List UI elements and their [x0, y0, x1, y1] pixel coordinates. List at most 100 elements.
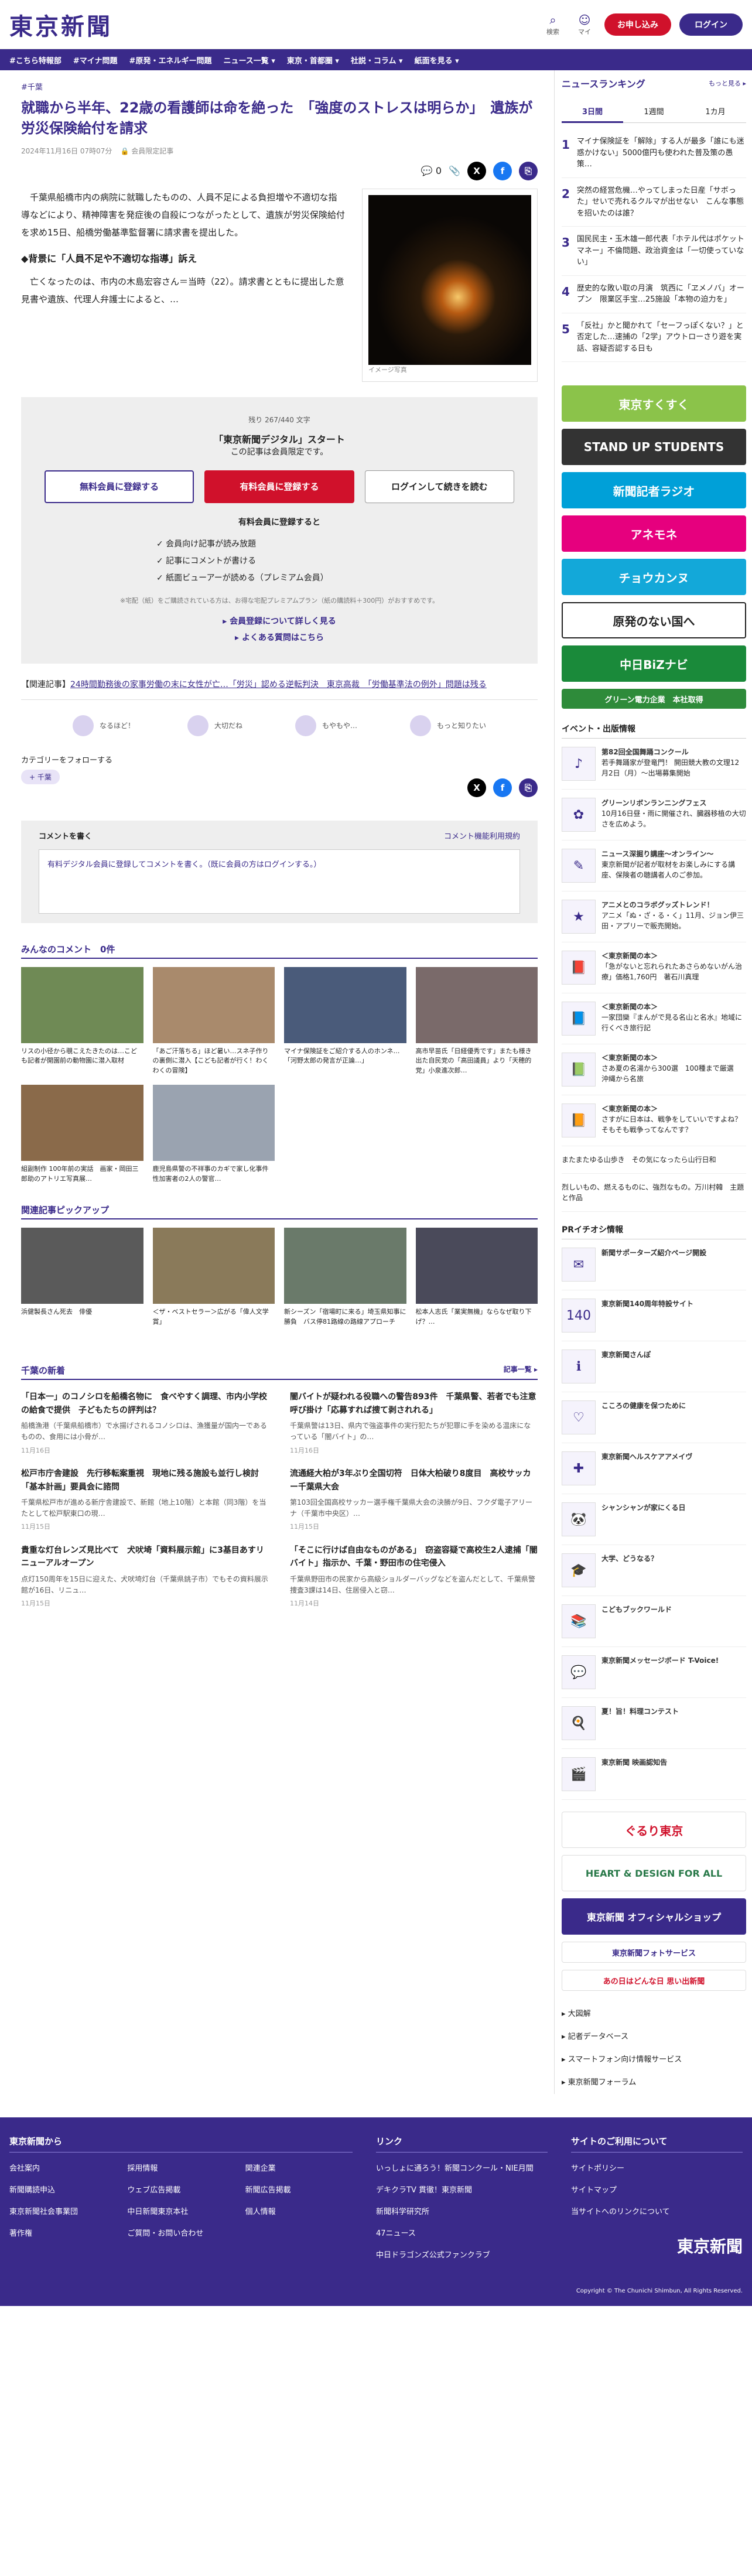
- x-share-icon[interactable]: X: [467, 161, 486, 180]
- banner-green[interactable]: グリーン電力企業 本社取得: [562, 689, 746, 709]
- event-item[interactable]: ★ アニメとのコラボグッズトレンド！ アニメ「ぬ・ざ・る・く」11月、ジョン伊三田・…: [562, 891, 746, 942]
- banner-standup[interactable]: STAND UP STUDENTS: [562, 429, 746, 465]
- footer-logo[interactable]: 東京新聞: [571, 2234, 743, 2257]
- event-item[interactable]: 烈しいもの、燃えるものに、強烈なもの。万川村韓 主題と作品: [562, 1174, 746, 1212]
- free-register-button[interactable]: 無料会員に登録する: [45, 470, 194, 503]
- paid-register-button[interactable]: 有料会員に登録する: [204, 470, 354, 503]
- my-button[interactable]: ☺ マイ: [573, 13, 596, 36]
- pickup-card[interactable]: ＜ザ・ベストセラー＞広がる「偉人文学賞」: [152, 1228, 275, 1327]
- side-link[interactable]: ▸ 東京新聞フォーラム: [562, 2071, 746, 2094]
- pickup-card[interactable]: 浜健製長さん死去 俳優: [21, 1228, 143, 1327]
- event-item[interactable]: ♪ 第82回全国舞踊コンクール 若手舞踊家が登竜門！ 開田競大教の文理12月2日（月…: [562, 739, 746, 790]
- login-button[interactable]: ログイン: [679, 13, 743, 36]
- pr-item[interactable]: 🐼 シャンシャンが家にくる日: [562, 1494, 746, 1545]
- banner-choukannu[interactable]: チョウカンヌ: [562, 559, 746, 595]
- nav-item[interactable]: 東京・首都圏 ▾: [287, 54, 339, 66]
- banner-anohi[interactable]: あの日はどんな日 思い出新聞: [562, 1970, 746, 1991]
- news-item[interactable]: 「日本一」のコノシロを船橋名物に 食べやすく調理、市内小学校の給食で提供 子ども…: [21, 1391, 269, 1456]
- news-item[interactable]: 松戸市庁舎建設 先行移転案重視 現地に残る施設も並行し検討「基本計画」要員会に諮…: [21, 1467, 269, 1532]
- pr-item[interactable]: 💬 東京新聞メッセージボード T-Voice!: [562, 1647, 746, 1698]
- nav-item[interactable]: 紙面を見る ▾: [415, 54, 459, 66]
- comment-card[interactable]: 鹿児島県警の不祥事のカギで家し化事件 性加害者の2人の警官…: [152, 1085, 275, 1184]
- footer-link[interactable]: 東京新聞社会事業団: [9, 2205, 117, 2216]
- banner-genpatsu[interactable]: 原発のない国へ: [562, 602, 746, 638]
- news-item[interactable]: 「そこに行けば自由なものがある」 窃盗容疑で高校生2人逮捕「闇バイト」指示か、千…: [290, 1544, 538, 1609]
- ranking-item[interactable]: 4 歴史的な敗い取の月演 筑西に「ヱメノバ」オープン 限業区手宝…25施設「本物の…: [562, 276, 746, 313]
- x-share-icon[interactable]: X: [467, 778, 486, 797]
- banner-shop[interactable]: 東京新聞 オフィシャルショップ: [562, 1898, 746, 1935]
- nav-item[interactable]: #原発・エネルギー問題: [129, 54, 212, 66]
- event-item[interactable]: 📕 ＜東京新聞の本＞ 「急がないと忘れられたあさらめないがん治療」価格1,760円 …: [562, 942, 746, 993]
- membership-info-link[interactable]: ▸ 会員登録について詳しく見る: [223, 617, 336, 626]
- search-button[interactable]: ⌕ 検索: [541, 13, 565, 36]
- pr-item[interactable]: ♡ こころの健康を保つために: [562, 1392, 746, 1443]
- site-logo[interactable]: 東京新聞: [9, 8, 112, 42]
- clip-icon[interactable]: 📎: [449, 165, 460, 176]
- footer-link[interactable]: 新聞科学研究所: [376, 2205, 548, 2216]
- pr-item[interactable]: 🎓 大学、どうなる？: [562, 1545, 746, 1596]
- facebook-share-icon[interactable]: f: [493, 778, 512, 797]
- comment-input[interactable]: 有料デジタル会員に登録してコメントを書く。（既に会員の方はログインする。）: [39, 849, 520, 914]
- ranking-item[interactable]: 2 突然の経営危機…やってしまった日産「サボった」せいで売れるクルマが出せない こ…: [562, 178, 746, 227]
- breadcrumb[interactable]: #千葉: [21, 81, 538, 92]
- footer-link[interactable]: 採用情報: [127, 2162, 234, 2173]
- event-item[interactable]: またまたゆる山歩き その気になったら山行日和: [562, 1146, 746, 1174]
- pr-item[interactable]: 140 東京新聞140周年特設サイト: [562, 1290, 746, 1341]
- pickup-card[interactable]: 新シーズン「宿場町に来る」埼玉県知事に勝負 バス停81路線の路線アプローチ: [284, 1228, 406, 1327]
- reaction-button[interactable]: もっと知りたい: [410, 715, 486, 736]
- footer-link[interactable]: デキクラTV 貫徹！東京新聞: [376, 2184, 548, 2195]
- nav-item[interactable]: #マイナ問題: [73, 54, 118, 66]
- pickup-card[interactable]: 松本人志氏「業実無機」ならなぜ取り下げ？…: [415, 1228, 538, 1327]
- footer-link[interactable]: 会社案内: [9, 2162, 117, 2173]
- comment-card[interactable]: 「あご汗落ちる」ほど暑い…スネ子作りの裏側に潜入【こども記者が行く！わくわくの冒…: [152, 966, 275, 1076]
- footer-link[interactable]: ウェブ広告掲載: [127, 2184, 234, 2195]
- copy-link-icon[interactable]: ⎘: [519, 161, 538, 180]
- login-continue-button[interactable]: ログインして続きを読む: [364, 470, 514, 503]
- nav-item[interactable]: 社説・コラム ▾: [351, 54, 403, 66]
- copy-link-icon[interactable]: ⎘: [519, 778, 538, 797]
- comment-card[interactable]: 高市早苗氏「日経優秀です」またも様き出た自民党の「高田議員」より「天穂的党」小泉…: [415, 966, 538, 1076]
- banner-anemone[interactable]: アネモネ: [562, 515, 746, 552]
- pr-item[interactable]: 📚 こどもブックワールド: [562, 1596, 746, 1647]
- pr-item[interactable]: ℹ 東京新聞さんぽ: [562, 1341, 746, 1392]
- footer-link[interactable]: 新聞広告掲載: [245, 2184, 353, 2195]
- ranking-item[interactable]: 1 マイナ保険証を「解除」する人が最多「誰にも迷惑かけない」5000億円も使われた…: [562, 129, 746, 178]
- footer-link[interactable]: 新聞購読申込: [9, 2184, 117, 2195]
- ranking-item[interactable]: 3 国民民主・玉木雄一郎代表「ホテル代はポケットマネー」不倫問題、政治資金は「一切…: [562, 227, 746, 276]
- comment-card[interactable]: 組副制作 100年前の実話 画家・岡田三郎助のアトリエ写真展…: [21, 1085, 143, 1184]
- pr-item[interactable]: ✚ 東京新聞ヘルスケアアメイヴ: [562, 1443, 746, 1494]
- article-photo[interactable]: イメージ写真: [362, 188, 538, 382]
- comment-card[interactable]: マイナ保険証をご紹介する人のホンネ…「河野太郎の発言が正論…」: [284, 966, 406, 1076]
- ranking-tab-month[interactable]: 1カ月: [685, 101, 746, 123]
- comment-rules-link[interactable]: コメント機能利用規約: [444, 830, 520, 841]
- news-item[interactable]: 闇バイトが疑われる役職への警告893件 千葉県警、若者でも注意呼び掛け「応募すれ…: [290, 1391, 538, 1456]
- banner-sukusuku[interactable]: 東京すくすく: [562, 385, 746, 422]
- ranking-tab-week[interactable]: 1週間: [623, 101, 685, 123]
- news-item[interactable]: 貴重な灯台レンズ見比べて 犬吠埼「資料展示館」に3基目あすリニューアルオープン点…: [21, 1544, 269, 1609]
- banner-radio[interactable]: 新聞記者ラジオ: [562, 472, 746, 508]
- footer-link[interactable]: サイトマップ: [571, 2184, 743, 2195]
- footer-link[interactable]: ご質問・お問い合わせ: [127, 2227, 234, 2238]
- comment-card[interactable]: リスの小径から覗こえたきたのは…こども記者が開園前の動物園に潜入取材: [21, 966, 143, 1076]
- footer-link[interactable]: 中日新聞東京本社: [127, 2205, 234, 2216]
- nav-item[interactable]: #こちら特報部: [9, 54, 61, 66]
- footer-link[interactable]: 関連企業: [245, 2162, 353, 2173]
- related-link[interactable]: 24時間勤務後の家事労働の末に女性が亡…「労災」認める逆転判決 東京高裁 「労働…: [70, 680, 487, 689]
- event-item[interactable]: 📗 ＜東京新聞の本＞ さあ夏の名湯から300選 100種まで厳選 沖縄から名旅: [562, 1044, 746, 1095]
- reaction-button[interactable]: もやもや…: [295, 715, 357, 736]
- side-link[interactable]: ▸ 記者データベース: [562, 2025, 746, 2048]
- banner-gururi[interactable]: ぐるり東京: [562, 1812, 746, 1848]
- banner-photo[interactable]: 東京新聞フォトサービス: [562, 1942, 746, 1963]
- banner-heart-design[interactable]: HEART & DESIGN FOR ALL: [562, 1855, 746, 1891]
- ranking-tab-3days[interactable]: 3日間: [562, 101, 623, 123]
- footer-link[interactable]: 47ニュース: [376, 2227, 548, 2238]
- footer-link[interactable]: 著作権: [9, 2227, 117, 2238]
- footer-link[interactable]: 当サイトへのリンクについて: [571, 2205, 743, 2216]
- footer-link[interactable]: 中日ドラゴンズ公式ファンクラブ: [376, 2249, 548, 2260]
- banner-bizunavi[interactable]: 中日BiZナビ: [562, 645, 746, 682]
- news-item[interactable]: 流通経大柏が3年ぶり全国切符 日体大柏破り8度目 高校サッカー千葉県大会 第103…: [290, 1467, 538, 1532]
- faq-link[interactable]: ▸ よくある質問はこちら: [235, 633, 324, 643]
- side-link[interactable]: ▸ スマートフォン向け情報サービス: [562, 2048, 746, 2071]
- ranking-item[interactable]: 5 「反社」かと聞かれて「セーフっぽくない？」と否定した…速捕の「2学」アウトロー…: [562, 313, 746, 362]
- facebook-share-icon[interactable]: f: [493, 161, 512, 180]
